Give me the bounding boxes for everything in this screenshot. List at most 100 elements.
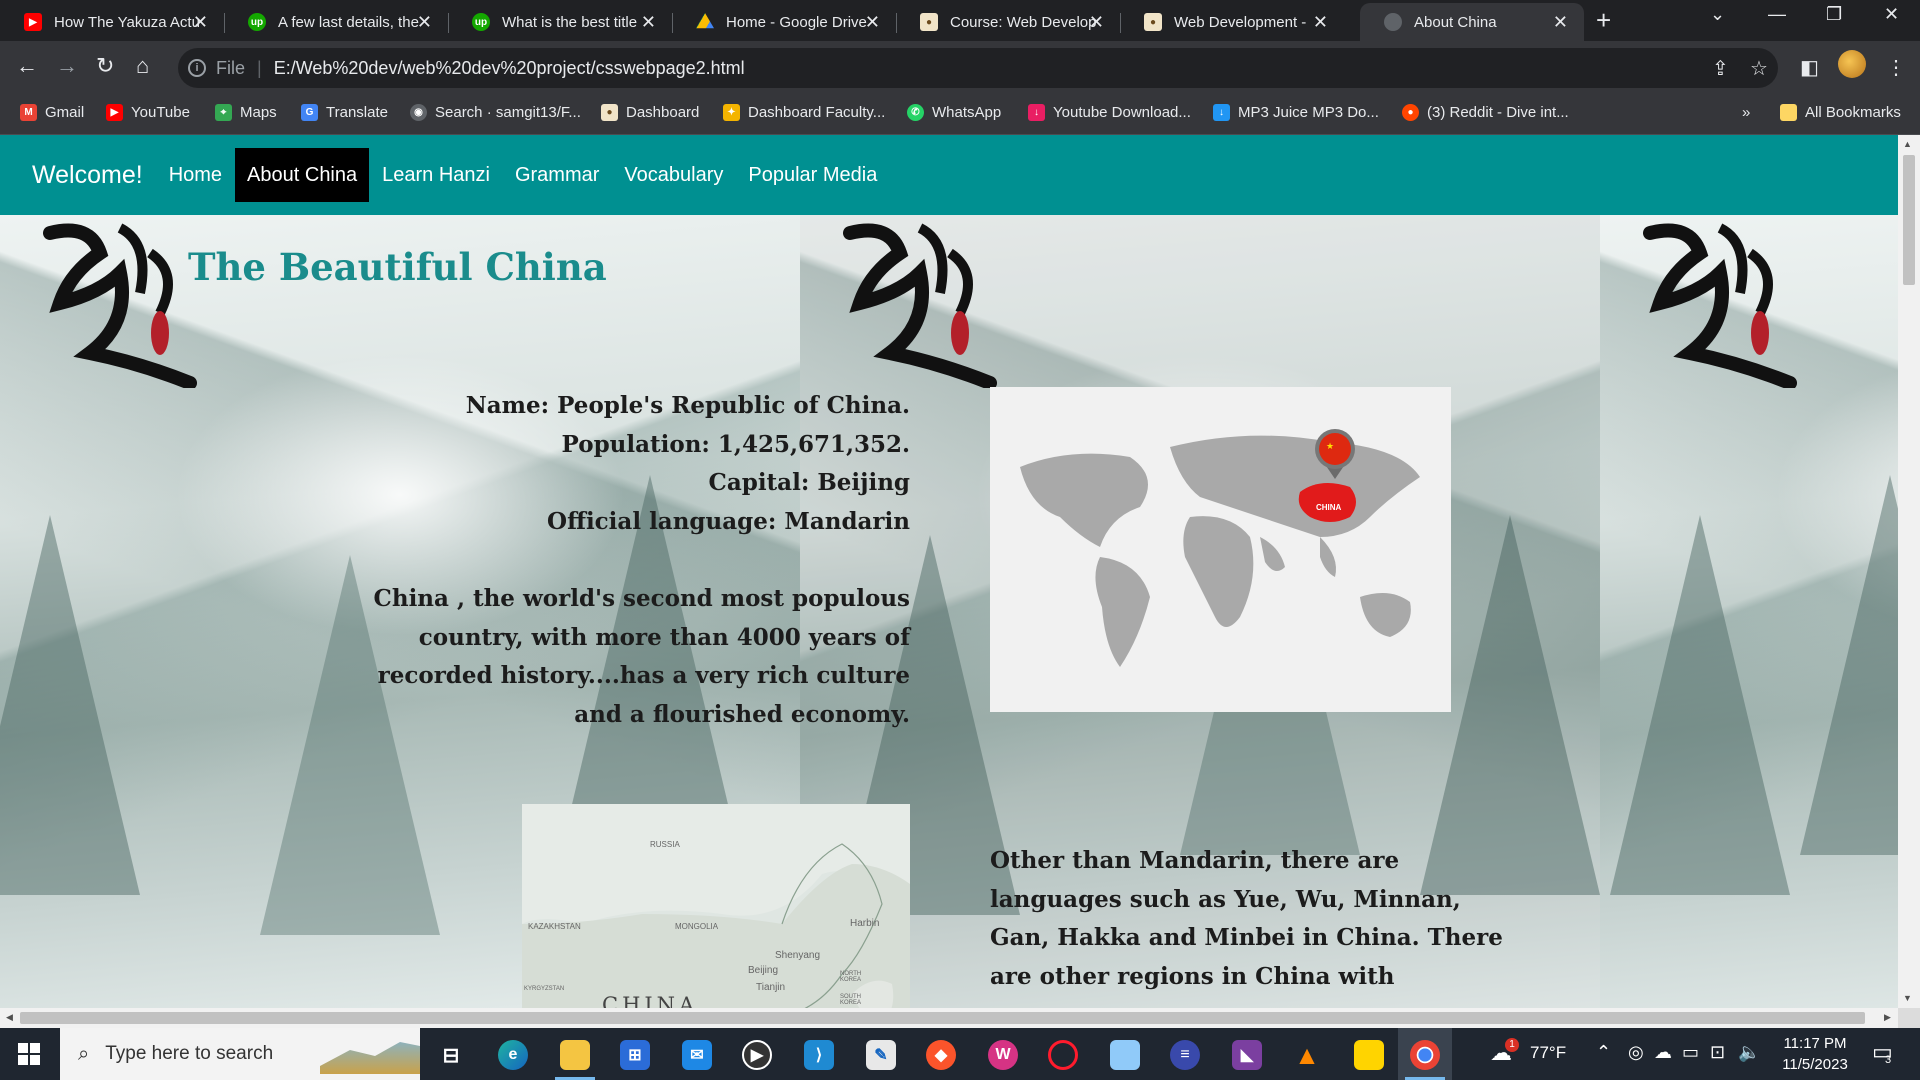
url-text[interactable]: E:/Web%20dev/web%20dev%20project/csswebp…	[274, 58, 745, 79]
scroll-thumb[interactable]	[20, 1012, 1865, 1024]
close-icon[interactable]: ✕	[417, 12, 432, 33]
browser-tab[interactable]: ▶ How The Yakuza Actu ✕	[0, 3, 225, 41]
maximize-button[interactable]: ❐	[1826, 4, 1842, 25]
store-icon[interactable]: ⊞	[620, 1040, 650, 1070]
share-icon[interactable]: ⇪	[1712, 56, 1729, 81]
nav-home[interactable]: Home	[157, 148, 234, 202]
facts-block: Name: People's Republic of China. Popula…	[340, 387, 910, 541]
forward-icon[interactable]: →	[56, 53, 78, 79]
globe-app-icon[interactable]: ≡	[1170, 1040, 1200, 1070]
battery-icon[interactable]: ▭	[1682, 1042, 1699, 1063]
calligraphy-logo	[830, 213, 1000, 390]
bookmark-youtube[interactable]: ▶ YouTube	[106, 104, 190, 121]
fact-capital: Capital: Beijing	[708, 469, 910, 496]
close-icon[interactable]: ✕	[1553, 12, 1568, 33]
bookmark-mp3-juice[interactable]: ↓ MP3 Juice MP3 Do...	[1213, 104, 1379, 121]
nav-grammar[interactable]: Grammar	[503, 148, 611, 202]
file-explorer-icon[interactable]	[560, 1040, 590, 1070]
all-bookmarks[interactable]: All Bookmarks	[1780, 104, 1901, 121]
site-info-icon[interactable]: i	[188, 59, 206, 77]
bookmark-star-icon[interactable]: ☆	[1750, 56, 1768, 81]
bookmark-maps[interactable]: ⌖ Maps	[215, 104, 277, 121]
window-close-button[interactable]: ✕	[1884, 4, 1899, 25]
chevron-up-icon[interactable]: ⌃	[1596, 1042, 1611, 1063]
scroll-up-icon[interactable]: ▲	[1903, 139, 1912, 149]
home-icon[interactable]: ⌂	[136, 53, 149, 79]
close-icon[interactable]: ✕	[641, 12, 656, 33]
sticky-notes-icon[interactable]	[1354, 1040, 1384, 1070]
more-bookmarks-button[interactable]: »	[1742, 104, 1750, 121]
volume-icon[interactable]: 🔈	[1738, 1042, 1760, 1063]
new-tab-button[interactable]: +	[1596, 5, 1611, 36]
close-icon[interactable]: ✕	[1313, 12, 1328, 33]
visual-studio-icon[interactable]: ◣	[1232, 1040, 1262, 1070]
mail-icon[interactable]: ✉	[682, 1040, 712, 1070]
search-icon: ⌕	[78, 1042, 90, 1065]
notes-icon[interactable]	[1110, 1040, 1140, 1070]
scroll-down-icon[interactable]: ▼	[1903, 993, 1912, 1003]
nav-about-china[interactable]: About China	[235, 148, 370, 202]
weather-temp[interactable]: 77°F	[1530, 1043, 1566, 1063]
map-label: RUSSIA	[650, 840, 680, 849]
taskbar-search[interactable]: ⌕ Type here to search	[60, 1028, 420, 1080]
media-player-icon[interactable]: ▶	[742, 1040, 772, 1070]
weather-badge: 1	[1505, 1038, 1519, 1052]
nav-popular-media[interactable]: Popular Media	[736, 148, 889, 202]
system-clock[interactable]: 11:17 PM 11/5/2023	[1770, 1033, 1860, 1075]
reload-icon[interactable]: ↻	[96, 53, 114, 79]
scroll-left-icon[interactable]: ◀	[6, 1012, 13, 1023]
browser-tab[interactable]: up A few last details, the ✕	[224, 3, 449, 41]
notification-count: 3	[1885, 1054, 1892, 1066]
nav-learn-hanzi[interactable]: Learn Hanzi	[370, 148, 502, 202]
intro-paragraph: China , the world's second most populous…	[373, 585, 910, 728]
vlc-icon[interactable]: ▲	[1292, 1040, 1322, 1070]
brave-icon[interactable]: ◆	[926, 1040, 956, 1070]
close-icon[interactable]: ✕	[1089, 12, 1104, 33]
browser-tab[interactable]: Home - Google Drive ✕	[672, 3, 897, 41]
calligraphy-logo	[1630, 213, 1800, 390]
bookmark-gmail[interactable]: M Gmail	[20, 104, 84, 121]
vertical-scrollbar[interactable]: ▲ ▼	[1898, 135, 1920, 1008]
bookmark-youtube-download[interactable]: ↓ Youtube Download...	[1028, 104, 1191, 121]
browser-tab[interactable]: up What is the best title ✕	[448, 3, 673, 41]
bookmark-whatsapp[interactable]: ✆ WhatsApp	[907, 104, 1001, 121]
menu-icon[interactable]: ⋮	[1886, 55, 1906, 80]
browser-tab[interactable]: ● Web Development - ✕	[1120, 3, 1344, 41]
meet-now-icon[interactable]: ◎	[1628, 1042, 1644, 1063]
close-icon[interactable]: ✕	[193, 12, 208, 33]
scroll-right-icon[interactable]: ▶	[1884, 1012, 1891, 1023]
bookmark-dashboard-faculty[interactable]: ✦ Dashboard Faculty...	[723, 104, 885, 121]
bookmark-github[interactable]: ◉ Search · samgit13/F...	[410, 104, 581, 121]
onedrive-icon[interactable]: ☁	[1654, 1042, 1672, 1063]
document-icon[interactable]: ✎	[866, 1040, 896, 1070]
wps-icon[interactable]: W	[988, 1040, 1018, 1070]
nav-vocabulary[interactable]: Vocabulary	[612, 148, 735, 202]
browser-tab-active[interactable]: About China ✕	[1360, 3, 1584, 41]
avatar[interactable]	[1838, 50, 1866, 78]
site-brand[interactable]: Welcome!	[32, 161, 143, 190]
minimize-button[interactable]: —	[1768, 4, 1786, 25]
browser-tab[interactable]: ● Course: Web Develop ✕	[896, 3, 1121, 41]
side-panel-icon[interactable]: ◧	[1800, 55, 1819, 80]
map-label: Beijing	[748, 965, 779, 976]
address-bar[interactable]: i File | E:/Web%20dev/web%20dev%20projec…	[178, 48, 1778, 88]
close-icon[interactable]: ✕	[865, 12, 880, 33]
network-icon[interactable]: ⊡	[1710, 1042, 1725, 1063]
dashboard-icon: ✦	[723, 104, 740, 121]
opera-icon[interactable]	[1048, 1040, 1078, 1070]
task-view-icon[interactable]: ⊟	[436, 1040, 466, 1070]
bookmark-translate[interactable]: G Translate	[301, 104, 388, 121]
tab-search-icon[interactable]: ⌄	[1710, 4, 1725, 25]
map-label: Harbin	[850, 918, 880, 929]
map-label: KYRGYZSTAN	[524, 986, 565, 992]
scroll-thumb[interactable]	[1903, 155, 1915, 285]
back-icon[interactable]: ←	[16, 53, 38, 79]
vscode-icon[interactable]: ⟩	[804, 1040, 834, 1070]
bookmark-dashboard[interactable]: ● Dashboard	[601, 104, 699, 121]
download-icon: ↓	[1028, 104, 1045, 121]
edge-icon[interactable]: e	[498, 1040, 528, 1070]
chrome-icon[interactable]	[1410, 1040, 1440, 1070]
horizontal-scrollbar[interactable]: ◀ ▶	[0, 1008, 1898, 1028]
bookmark-reddit[interactable]: ● (3) Reddit - Dive int...	[1402, 104, 1569, 121]
windows-start-icon[interactable]	[18, 1043, 40, 1065]
